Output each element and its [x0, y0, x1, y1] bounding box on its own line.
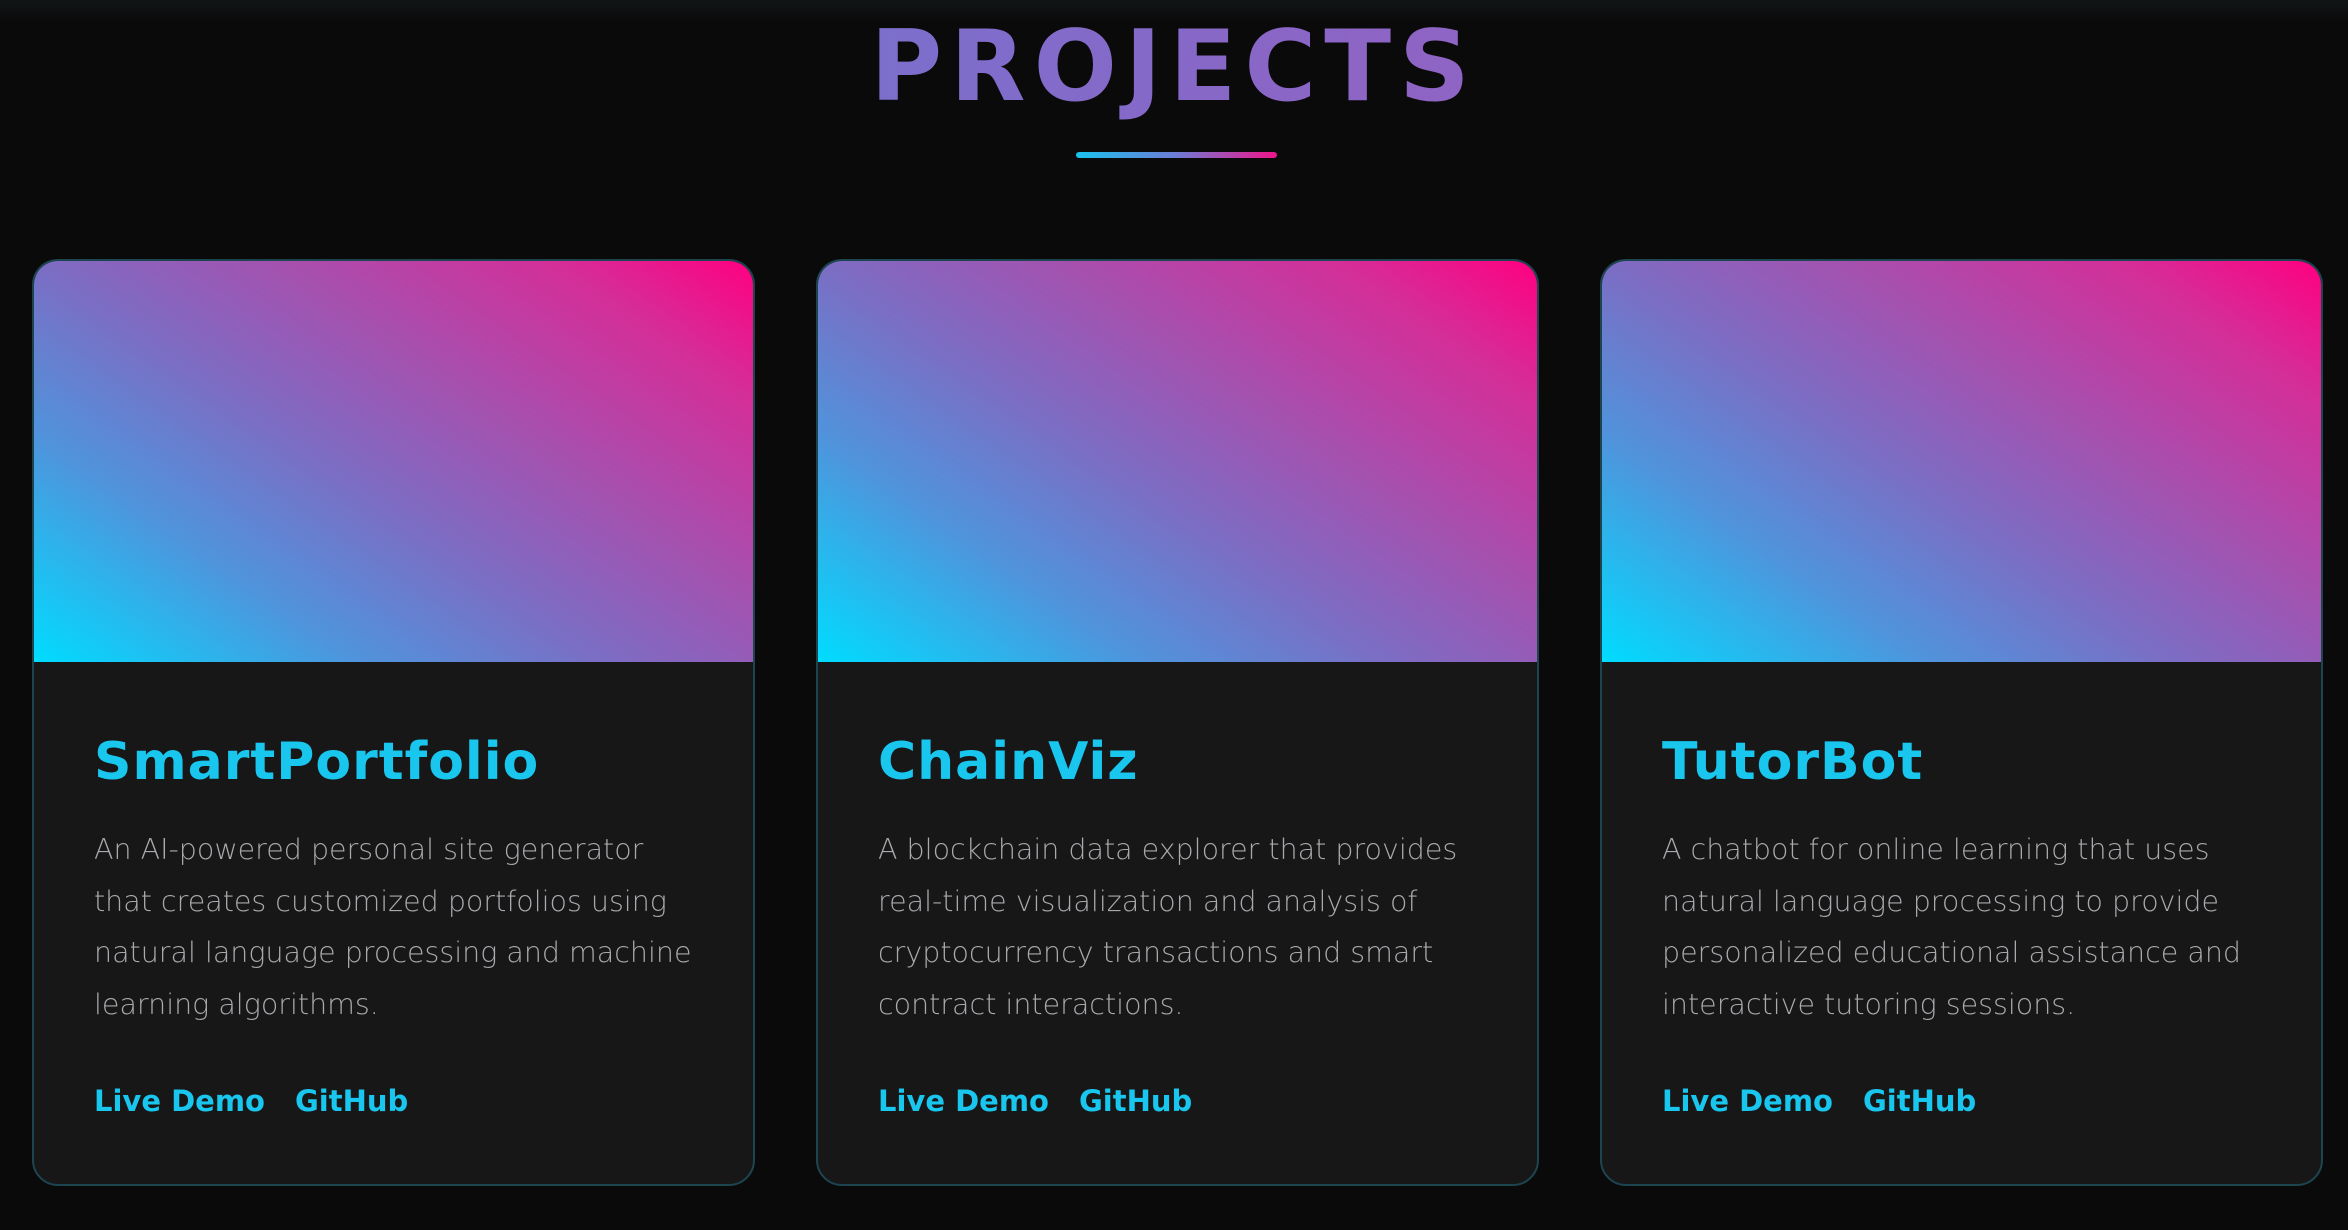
title-underline	[1076, 152, 1277, 158]
project-title: ChainViz	[878, 732, 1139, 792]
github-link[interactable]: GitHub	[1079, 1081, 1192, 1121]
project-card-body: ChainViz A blockchain data explorer that…	[818, 730, 1537, 1030]
live-demo-link[interactable]: Live Demo	[94, 1081, 265, 1121]
project-description: A blockchain data explorer that provides…	[878, 833, 1458, 1021]
project-links: Live Demo GitHub	[94, 1081, 408, 1121]
project-card-chainviz: ChainViz A blockchain data explorer that…	[816, 259, 1539, 1186]
github-link[interactable]: GitHub	[1863, 1081, 1976, 1121]
project-title: SmartPortfolio	[94, 732, 540, 792]
project-description: A chatbot for online learning that uses …	[1662, 833, 2242, 1021]
projects-page: PROJECTS SmartPortfolio An AI-powered pe…	[0, 0, 2348, 1230]
project-card-tutorbot: TutorBot A chatbot for online learning t…	[1600, 259, 2323, 1186]
project-card-smartportfolio: SmartPortfolio An AI-powered personal si…	[32, 259, 755, 1186]
project-card-body: TutorBot A chatbot for online learning t…	[1602, 730, 2321, 1030]
project-description: An AI-powered personal site generator th…	[94, 833, 692, 1021]
project-image	[34, 261, 753, 662]
project-links: Live Demo GitHub	[878, 1081, 1192, 1121]
live-demo-link[interactable]: Live Demo	[878, 1081, 1049, 1121]
project-image	[1602, 261, 2321, 662]
github-link[interactable]: GitHub	[295, 1081, 408, 1121]
projects-grid: SmartPortfolio An AI-powered personal si…	[32, 259, 2323, 1186]
project-title: TutorBot	[1662, 732, 1924, 792]
live-demo-link[interactable]: Live Demo	[1662, 1081, 1833, 1121]
section-title: PROJECTS	[0, 2, 2348, 132]
project-card-body: SmartPortfolio An AI-powered personal si…	[34, 730, 753, 1030]
project-image	[818, 261, 1537, 662]
project-links: Live Demo GitHub	[1662, 1081, 1976, 1121]
